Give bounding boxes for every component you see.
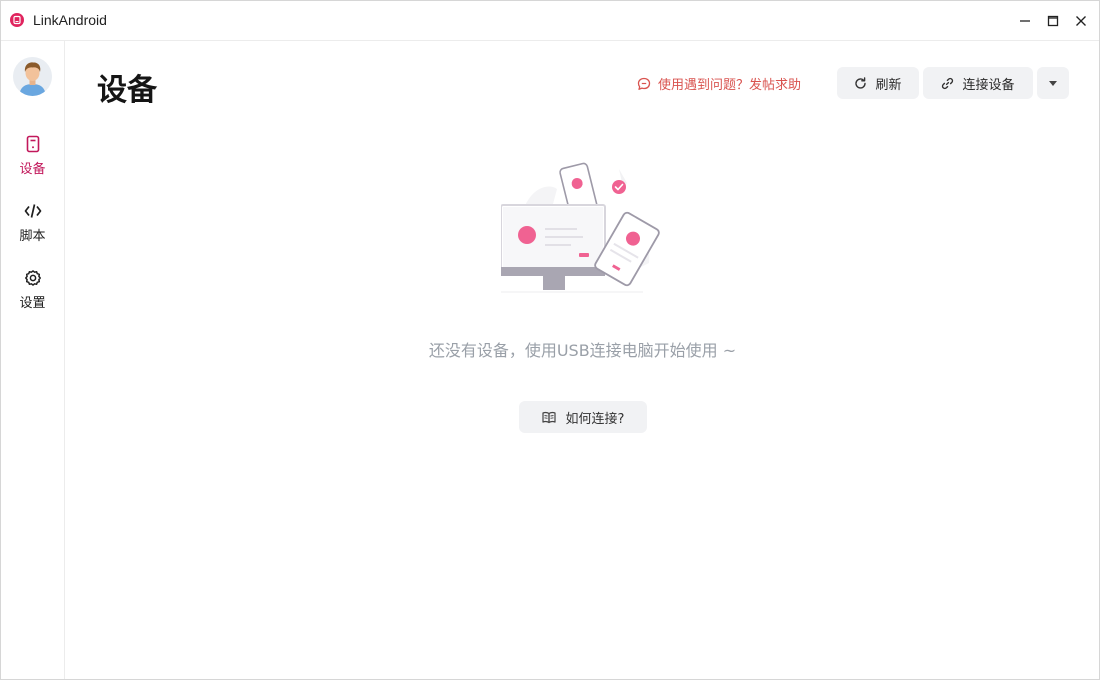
- link-icon: [942, 77, 954, 89]
- sidebar-item-devices[interactable]: 设备: [1, 131, 64, 187]
- minimize-icon: [1020, 20, 1030, 22]
- refresh-button[interactable]: 刷新: [837, 67, 919, 99]
- code-icon: [24, 204, 41, 218]
- gear-icon: [24, 270, 41, 286]
- app-logo-icon: [10, 13, 24, 27]
- sidebar-item-scripts[interactable]: 脚本: [1, 198, 64, 254]
- window-title: LinkAndroid: [33, 12, 107, 28]
- refresh-icon: [855, 76, 867, 89]
- connect-device-button[interactable]: 连接设备: [923, 67, 1033, 99]
- sidebar-item-label: 设置: [19, 296, 46, 311]
- device-icon: [26, 135, 39, 153]
- sidebar-item-label: 设备: [19, 162, 46, 177]
- no-devices-illustration: [501, 162, 660, 293]
- avatar-icon: [13, 57, 52, 96]
- how-to-connect-button[interactable]: 如何连接?: [519, 401, 647, 433]
- main-content: 设备 使用遇到问题？发帖求助 刷新 连接设备 还没有设备，使用USB连接电脑开始…: [65, 41, 1099, 679]
- help-link[interactable]: 使用遇到问题？发帖求助: [637, 74, 801, 93]
- close-icon: [1076, 16, 1086, 26]
- close-button[interactable]: [1067, 7, 1095, 35]
- page-title: 设备: [97, 73, 157, 108]
- avatar[interactable]: [13, 57, 52, 96]
- caret-down-icon: [1049, 81, 1057, 86]
- title-bar: LinkAndroid: [1, 1, 1099, 41]
- more-options-button[interactable]: [1037, 67, 1069, 99]
- book-icon: [541, 411, 556, 423]
- sidebar-item-settings[interactable]: 设置: [1, 265, 64, 321]
- maximize-button[interactable]: [1039, 7, 1067, 35]
- minimize-button[interactable]: [1011, 7, 1039, 35]
- help-link-label: 使用遇到问题？发帖求助: [658, 78, 802, 93]
- app-window: LinkAndroid 设备 脚本 设置 设备 使用遇到问题？发帖求助 刷新 连…: [0, 0, 1100, 680]
- refresh-button-label: 刷新: [875, 77, 902, 93]
- maximize-icon: [1047, 15, 1059, 27]
- chat-bubble-icon: [637, 77, 651, 90]
- sidebar: 设备 脚本 设置: [1, 41, 65, 679]
- connect-device-button-label: 连接设备: [962, 77, 1015, 93]
- sidebar-item-label: 脚本: [19, 229, 46, 244]
- empty-state-message: 还没有设备，使用USB连接电脑开始使用 ~: [428, 341, 737, 360]
- how-to-connect-label: 如何连接?: [565, 411, 625, 427]
